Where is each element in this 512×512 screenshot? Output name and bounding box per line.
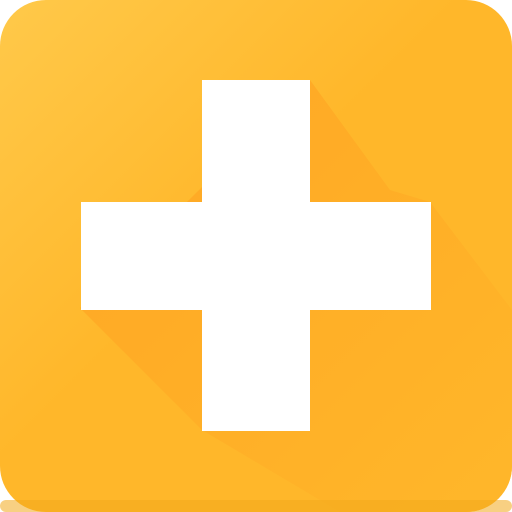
tile-bottom-edge	[0, 500, 512, 512]
app-icon[interactable]	[0, 0, 512, 512]
plus-icon-graphic	[0, 0, 512, 512]
